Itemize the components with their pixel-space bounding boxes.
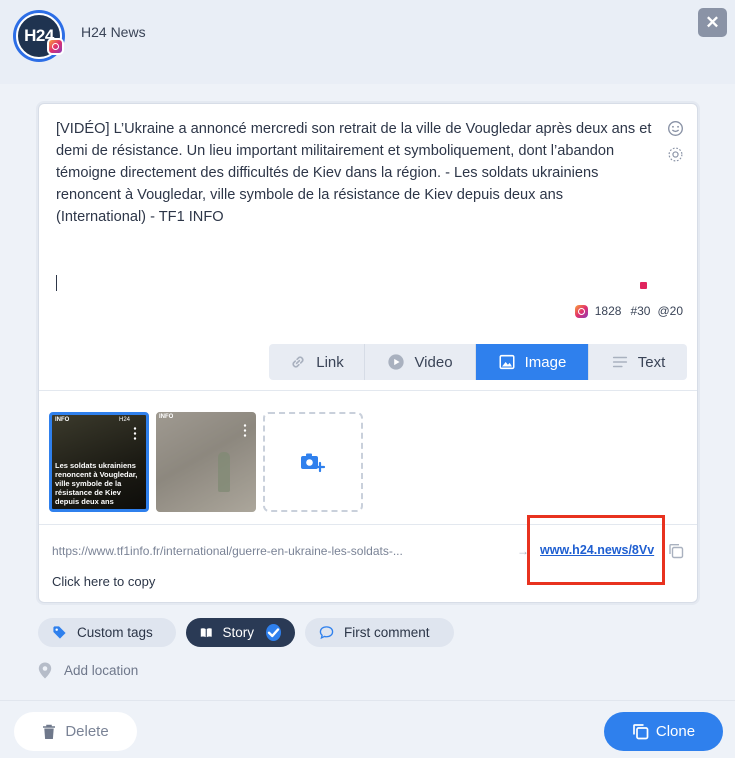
first-comment-button[interactable]: First comment xyxy=(305,618,454,647)
clone-icon xyxy=(633,724,649,740)
add-location-button[interactable]: Add location xyxy=(38,662,138,679)
tab-video[interactable]: Video xyxy=(365,344,476,380)
add-photo-icon xyxy=(301,453,326,473)
char-count: 1828 xyxy=(594,304,622,318)
instagram-icon xyxy=(47,38,64,55)
source-url: https://www.tf1info.fr/international/gue… xyxy=(52,544,403,558)
account-name: H24 News xyxy=(81,24,146,40)
location-pin-icon xyxy=(38,662,52,679)
clone-button[interactable]: Clone xyxy=(604,712,723,751)
custom-tags-button[interactable]: Custom tags xyxy=(38,618,176,647)
delete-button[interactable]: Delete xyxy=(14,712,137,751)
check-icon xyxy=(266,624,281,641)
media-thumbnail-selected[interactable]: INFO H24 Les soldats ukrainiens renoncen… xyxy=(49,412,149,512)
thumb-source-tag: INFO xyxy=(55,417,70,423)
add-media-button[interactable] xyxy=(263,412,363,512)
story-toggle[interactable]: Story xyxy=(186,618,295,647)
thumb-menu-icon[interactable] xyxy=(133,426,137,440)
book-open-icon xyxy=(200,628,212,638)
link-icon xyxy=(292,356,304,368)
modal-header: H24 H24 News ✕ xyxy=(0,0,735,84)
highlight-annotation xyxy=(527,515,665,585)
tab-video-label: Video xyxy=(414,353,453,371)
tab-image[interactable]: Image xyxy=(476,344,589,380)
thumb-brand: H24 xyxy=(118,417,130,423)
thumb-overlay xyxy=(156,412,256,512)
copy-icon[interactable] xyxy=(668,543,684,559)
instagram-small-icon xyxy=(574,304,588,318)
thumb-caption: Les soldats ukrainiens renoncent à Vougl… xyxy=(55,461,138,506)
comment-icon xyxy=(319,626,334,640)
tab-image-label: Image xyxy=(524,353,567,371)
tab-text[interactable]: Text xyxy=(589,344,687,380)
trash-icon xyxy=(43,724,56,739)
post-editor: [VIDÉO] L’Ukraine a annoncé mercredi son… xyxy=(38,103,698,603)
close-button[interactable]: ✕ xyxy=(698,8,727,37)
tag-icon xyxy=(53,626,66,639)
tab-link[interactable]: Link xyxy=(269,344,365,380)
image-icon xyxy=(499,354,515,370)
delete-label: Delete xyxy=(65,723,109,740)
first-comment-label: First comment xyxy=(344,625,430,640)
status-dot xyxy=(640,282,647,289)
thumb-menu-icon[interactable] xyxy=(243,423,247,437)
media-type-tabs: Link Video Image Text xyxy=(269,344,687,380)
hashtag-count: #30 xyxy=(630,304,651,318)
tab-text-label: Text xyxy=(637,353,666,371)
tab-link-label: Link xyxy=(316,353,344,371)
thumb-source-tag: INFO xyxy=(159,414,174,420)
clone-label: Clone xyxy=(655,723,696,740)
play-circle-icon xyxy=(388,354,405,370)
post-stats: 1828 #30 @20 xyxy=(574,304,683,318)
text-lines-icon xyxy=(612,356,627,368)
text-cursor xyxy=(56,275,57,291)
mention-count: @20 xyxy=(657,304,683,318)
custom-tags-label: Custom tags xyxy=(77,625,153,640)
story-label: Story xyxy=(222,625,254,640)
modal-footer: Delete Clone xyxy=(0,700,735,758)
click-to-copy-hint[interactable]: Click here to copy xyxy=(52,574,155,589)
post-text-input[interactable]: [VIDÉO] L’Ukraine a annoncé mercredi son… xyxy=(56,118,656,228)
add-location-label: Add location xyxy=(64,663,139,678)
media-thumbnail[interactable]: INFO xyxy=(156,412,256,512)
divider xyxy=(39,390,697,391)
emoji-icon[interactable] xyxy=(666,119,684,137)
ai-sparkle-icon[interactable] xyxy=(666,145,684,163)
